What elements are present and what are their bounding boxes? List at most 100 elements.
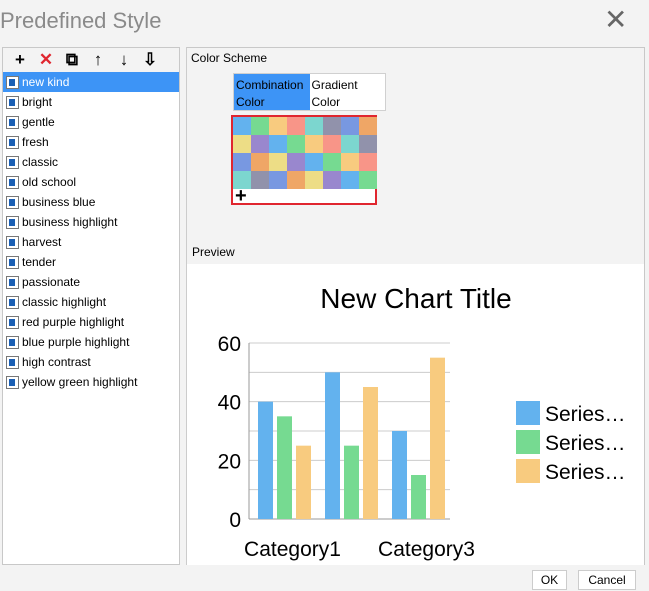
style-item[interactable]: yellow green highlight <box>3 372 179 392</box>
style-item[interactable]: harvest <box>3 232 179 252</box>
style-item[interactable]: bright <box>3 92 179 112</box>
color-swatch[interactable] <box>323 171 341 189</box>
style-icon <box>6 315 19 329</box>
color-swatch[interactable] <box>269 153 287 171</box>
color-swatch[interactable] <box>287 153 305 171</box>
style-item[interactable]: new kind <box>3 72 179 92</box>
color-swatch[interactable] <box>323 117 341 135</box>
style-label: red purple highlight <box>22 315 125 329</box>
style-item[interactable]: red purple highlight <box>3 312 179 332</box>
style-label: business highlight <box>22 215 118 229</box>
add-icon[interactable]: + <box>9 50 31 70</box>
color-swatch[interactable] <box>269 117 287 135</box>
bar <box>430 357 445 519</box>
color-swatch[interactable] <box>287 135 305 153</box>
style-item[interactable]: classic <box>3 152 179 172</box>
style-item[interactable]: fresh <box>3 132 179 152</box>
color-swatch[interactable] <box>233 135 251 153</box>
copy-icon[interactable]: ⧉ <box>61 50 83 70</box>
style-label: yellow green highlight <box>22 375 138 389</box>
style-label: bright <box>22 95 53 109</box>
color-swatch[interactable] <box>251 135 269 153</box>
color-palette-grid: + <box>231 115 377 206</box>
style-icon <box>6 275 19 289</box>
style-item[interactable]: gentle <box>3 112 179 132</box>
color-swatch[interactable] <box>305 117 323 135</box>
delete-icon[interactable]: ✕ <box>35 50 57 70</box>
style-detail-panel: Color Scheme Combination Color Gradient … <box>187 47 645 565</box>
style-icon <box>6 295 19 309</box>
bar-chart: New Chart Title 0 20 40 60 Category1 Category3… <box>218 283 626 561</box>
color-swatch[interactable] <box>269 135 287 153</box>
move-up-icon[interactable]: ↑ <box>87 50 109 70</box>
color-swatch[interactable] <box>341 117 359 135</box>
style-icon <box>6 135 19 149</box>
style-icon <box>6 235 19 249</box>
color-swatch[interactable] <box>287 171 305 189</box>
style-item[interactable]: high contrast <box>3 352 179 372</box>
style-label: classic <box>22 155 59 169</box>
color-swatch[interactable] <box>359 135 377 153</box>
color-swatch[interactable] <box>305 153 323 171</box>
move-down-icon[interactable]: ↓ <box>113 50 135 70</box>
cancel-button[interactable]: Cancel <box>578 570 636 590</box>
color-swatch[interactable] <box>251 171 269 189</box>
color-swatch[interactable] <box>287 117 305 135</box>
dialog-title: Predefined Style <box>0 8 162 33</box>
ok-button[interactable]: OK <box>532 570 567 590</box>
style-icon <box>6 355 19 369</box>
tab-combination-color[interactable]: Combination Color <box>234 74 310 110</box>
legend-label: Series… <box>545 432 626 455</box>
legend-swatch <box>516 401 540 425</box>
y-tick-label: 60 <box>218 333 241 356</box>
style-label: business blue <box>22 195 96 209</box>
color-swatch[interactable] <box>341 153 359 171</box>
close-icon[interactable]: ✕ <box>604 6 627 34</box>
style-item[interactable]: blue purple highlight <box>3 332 179 352</box>
style-label: new kind <box>22 75 70 89</box>
style-icon <box>6 335 19 349</box>
bar <box>258 401 273 519</box>
color-swatch[interactable] <box>359 153 377 171</box>
color-swatch[interactable] <box>359 171 377 189</box>
color-swatch[interactable] <box>305 135 323 153</box>
style-item[interactable]: business highlight <box>3 212 179 232</box>
x-tick-label: Category3 <box>378 538 475 561</box>
style-label: high contrast <box>22 355 91 369</box>
color-swatch[interactable] <box>341 135 359 153</box>
color-swatch[interactable] <box>323 135 341 153</box>
color-swatch[interactable] <box>305 171 323 189</box>
style-label: tender <box>22 255 57 269</box>
style-icon <box>6 375 19 389</box>
color-scheme-tabs: Combination Color Gradient Color <box>233 73 386 111</box>
color-swatch[interactable] <box>251 153 269 171</box>
style-icon <box>6 95 19 109</box>
splitter[interactable] <box>180 47 187 565</box>
add-color-icon[interactable]: + <box>235 186 247 206</box>
color-swatch[interactable] <box>341 171 359 189</box>
color-swatch[interactable] <box>233 153 251 171</box>
style-label: fresh <box>22 135 49 149</box>
style-item[interactable]: passionate <box>3 272 179 292</box>
style-item[interactable]: tender <box>3 252 179 272</box>
style-list-panel: + ✕ ⧉ ↑ ↓ ⇩ new kind bright gentle fresh cla… <box>2 47 180 565</box>
color-swatch[interactable] <box>233 171 251 189</box>
style-item[interactable]: classic highlight <box>3 292 179 312</box>
style-label: harvest <box>22 235 62 249</box>
color-swatch[interactable] <box>269 171 287 189</box>
x-tick-label: Category1 <box>244 538 341 561</box>
bar <box>325 372 340 519</box>
style-item[interactable]: old school <box>3 172 179 192</box>
style-icon <box>6 155 19 169</box>
style-label: classic highlight <box>22 295 107 309</box>
bar <box>392 431 407 519</box>
bar <box>411 475 426 519</box>
color-swatch[interactable] <box>323 153 341 171</box>
color-swatch[interactable] <box>233 117 251 135</box>
tab-gradient-color[interactable]: Gradient Color <box>310 74 386 110</box>
color-swatch[interactable] <box>359 117 377 135</box>
style-item[interactable]: business blue <box>3 192 179 212</box>
import-icon[interactable]: ⇩ <box>139 50 161 70</box>
color-swatch[interactable] <box>251 117 269 135</box>
toolbar: + ✕ ⧉ ↑ ↓ ⇩ <box>3 48 179 72</box>
